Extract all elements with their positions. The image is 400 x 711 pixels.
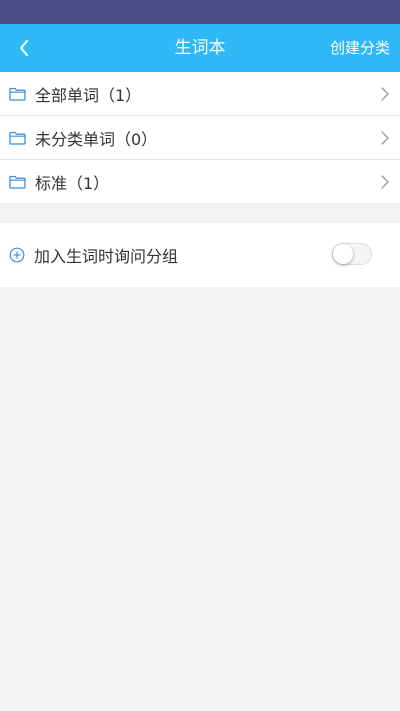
folder-list: 全部单词（1） 未分类单词（0） 标准（1） — [0, 72, 400, 203]
folder-label: 全部单词（1） — [35, 85, 142, 105]
plus-circle-icon — [9, 247, 25, 263]
chevron-right-icon — [381, 131, 389, 145]
toggle-knob — [333, 244, 353, 264]
folder-item-standard[interactable]: 标准（1） — [0, 160, 400, 203]
folder-icon — [9, 131, 27, 145]
folder-icon — [9, 175, 27, 189]
ask-group-option: 加入生词时询问分组 — [0, 223, 400, 287]
header: 生词本 创建分类 — [0, 24, 400, 72]
create-category-button[interactable]: 创建分类 — [330, 24, 390, 72]
folder-label: 未分类单词（0） — [35, 129, 158, 149]
ask-group-label: 加入生词时询问分组 — [34, 247, 179, 266]
chevron-right-icon — [381, 175, 389, 189]
ask-group-toggle[interactable] — [332, 243, 372, 265]
folder-item-uncategorized[interactable]: 未分类单词（0） — [0, 116, 400, 160]
folder-label: 标准（1） — [35, 173, 110, 193]
folder-item-all[interactable]: 全部单词（1） — [0, 72, 400, 116]
chevron-left-icon — [20, 40, 28, 56]
back-button[interactable] — [10, 34, 38, 62]
folder-icon — [9, 87, 27, 101]
chevron-right-icon — [381, 87, 389, 101]
status-bar — [0, 0, 400, 24]
